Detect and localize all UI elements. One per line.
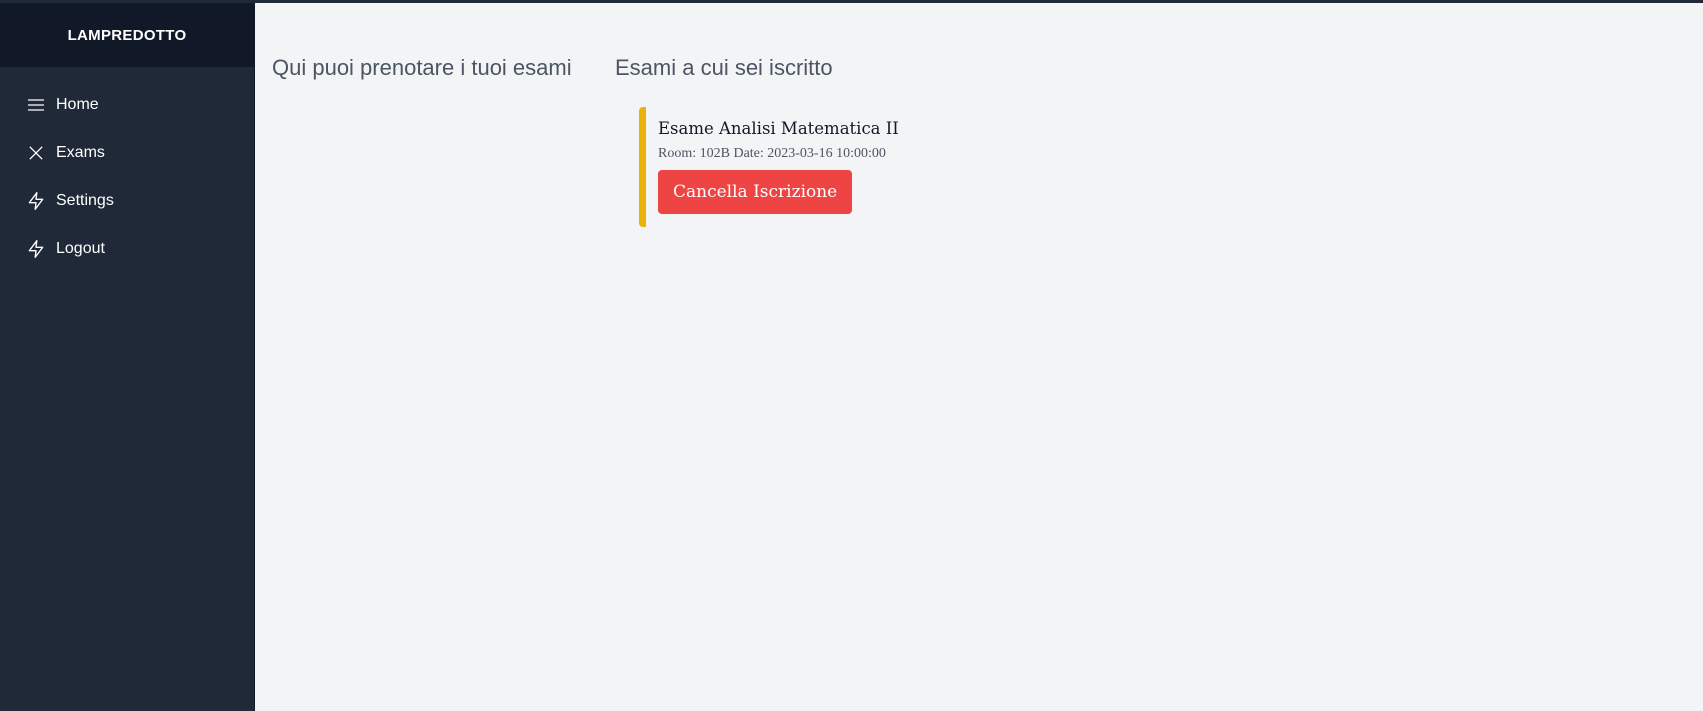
brand-logo[interactable]: LAMPREDOTTO: [0, 3, 254, 67]
booking-heading: Qui puoi prenotare i tuoi esami: [272, 55, 572, 80]
exam-title: Esame Analisi Matematica II: [658, 119, 899, 138]
lightning-icon: [26, 191, 46, 211]
menu-icon: [26, 95, 46, 115]
sidebar-item-home[interactable]: Home: [0, 81, 254, 129]
sidebar-nav: Home Exams Settings Logout: [0, 67, 254, 273]
sidebar-item-logout[interactable]: Logout: [0, 225, 254, 273]
sidebar: LAMPREDOTTO Home Exams Settings Logout: [0, 3, 255, 711]
enrolled-heading: Esami a cui sei iscritto: [615, 55, 833, 80]
sidebar-item-label: Logout: [56, 240, 105, 257]
cancel-enrollment-button[interactable]: Cancella Iscrizione: [658, 170, 853, 214]
main-content: Qui puoi prenotare i tuoi esami Esami a …: [256, 3, 1703, 711]
sidebar-item-settings[interactable]: Settings: [0, 177, 254, 225]
enrolled-exam-card: Esame Analisi Matematica II Room: 102B D…: [639, 107, 929, 227]
exam-room-date: Room: 102B Date: 2023-03-16 10:00:00: [658, 146, 886, 161]
sidebar-item-label: Exams: [56, 144, 105, 161]
close-icon: [26, 143, 46, 163]
sidebar-item-label: Home: [56, 96, 99, 113]
sidebar-item-label: Settings: [56, 192, 114, 209]
sidebar-item-exams[interactable]: Exams: [0, 129, 254, 177]
lightning-icon: [26, 239, 46, 259]
